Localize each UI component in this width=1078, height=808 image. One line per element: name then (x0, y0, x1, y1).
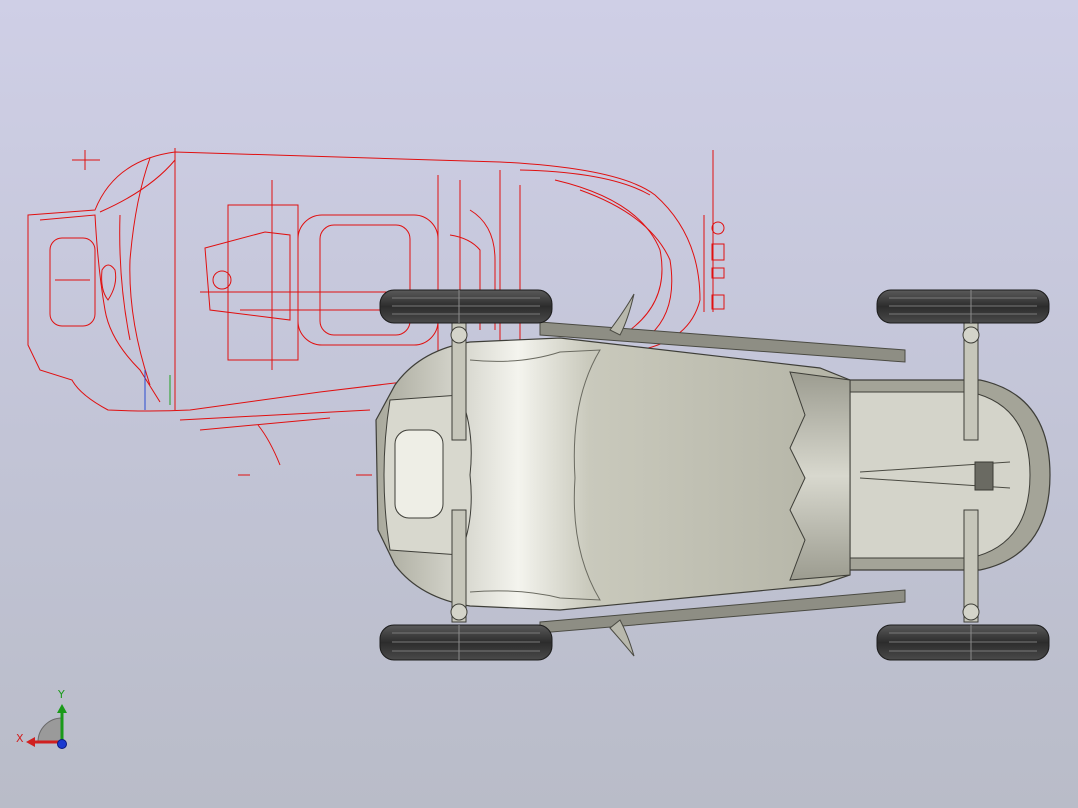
triad-y-label: Y (58, 688, 65, 701)
cad-3d-viewport[interactable]: X Y (0, 0, 1078, 808)
tire-rear-right (876, 624, 1050, 661)
tire-front-left (379, 289, 553, 324)
car-3d-model[interactable] (375, 289, 1051, 661)
triad-z-axis (57, 739, 67, 749)
coordinate-triad (26, 704, 67, 749)
triad-quarter-disc (37, 717, 63, 743)
tire-rear-left (876, 289, 1050, 324)
tire-front-right (379, 624, 553, 661)
triad-x-label: X (16, 732, 24, 745)
